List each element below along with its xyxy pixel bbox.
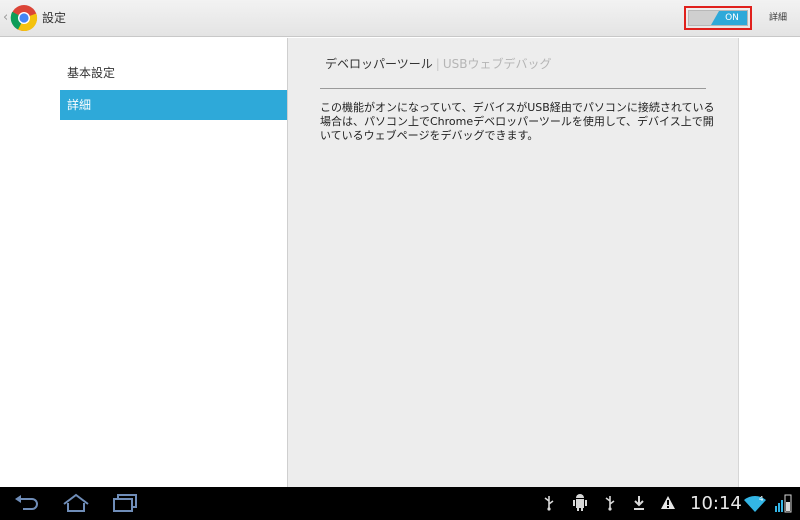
wifi-icon: 4 bbox=[744, 495, 766, 512]
status-clock: 10:14 bbox=[690, 493, 742, 514]
header-detail-label: 詳細 bbox=[769, 13, 788, 23]
action-bar: ‹ 設定 ON 詳細 bbox=[0, 0, 800, 37]
divider bbox=[320, 88, 706, 89]
warning-icon bbox=[661, 496, 675, 509]
android-debug-icon bbox=[573, 494, 587, 511]
breadcrumb: デベロッパーツール | USBウェブデバッグ bbox=[325, 56, 551, 72]
breadcrumb-current[interactable]: デベロッパーツール bbox=[325, 57, 433, 71]
download-icon bbox=[634, 496, 644, 510]
recent-apps-icon[interactable] bbox=[112, 494, 138, 514]
sidebar-item-label: 詳細 bbox=[67, 98, 92, 112]
sidebar-item-basic-settings[interactable]: 基本設定 bbox=[60, 58, 287, 88]
back-icon[interactable] bbox=[14, 495, 40, 511]
usb-debug-toggle[interactable]: ON bbox=[688, 10, 748, 26]
chrome-app-icon[interactable] bbox=[10, 4, 38, 32]
battery-icon bbox=[775, 494, 792, 513]
toggle-on-label: ON bbox=[711, 11, 747, 25]
svg-text:4: 4 bbox=[759, 495, 764, 503]
usb-icon bbox=[605, 496, 615, 511]
breadcrumb-separator: | bbox=[435, 57, 440, 71]
home-icon[interactable] bbox=[61, 493, 91, 513]
breadcrumb-next: USBウェブデバッグ bbox=[442, 57, 552, 71]
system-bar: 10:14 4 bbox=[0, 487, 800, 520]
usb-icon bbox=[544, 496, 554, 511]
description-text: この機能がオンになっていて、デバイスがUSB経由でパソコンに接続されている場合は… bbox=[320, 101, 715, 142]
sidebar-item-label: 基本設定 bbox=[67, 66, 116, 80]
page-title: 設定 bbox=[42, 11, 67, 25]
content-panel: デベロッパーツール | USBウェブデバッグ この機能がオンになっていて、デバイスが… bbox=[287, 38, 739, 487]
sidebar-item-advanced[interactable]: 詳細 bbox=[60, 90, 287, 120]
